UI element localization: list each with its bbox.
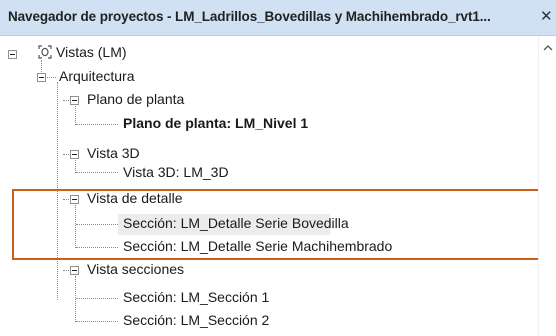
tree-item-seccion-detalle-bovedilla[interactable]: Sección: LM_Detalle Serie Bovedilla (123, 212, 349, 235)
tree-node-label: Vista secciones (87, 261, 185, 277)
tree-root-views[interactable]: Vistas (LM) (56, 41, 127, 64)
collapse-toggle-plano-de-planta[interactable] (70, 96, 79, 105)
tree-node-label: Sección: LM_Detalle Serie Bovedilla (123, 215, 349, 231)
window-title: Navegador de proyectos - LM_Ladrillos_Bo… (8, 9, 491, 24)
tree-node-label: Vista 3D: LM_3D (123, 164, 229, 180)
close-icon[interactable]: ✕ (540, 7, 553, 25)
chevron-up-icon[interactable] (543, 44, 553, 52)
tree-node-label: Vista 3D (87, 145, 140, 161)
tree-item-plano-de-planta-nivel-1[interactable]: Plano de planta: LM_Nivel 1 (123, 112, 308, 135)
collapse-toggle-vista-3d[interactable] (70, 150, 79, 159)
tree-node-label: Sección: LM_Detalle Serie Machihembrado (123, 238, 393, 254)
tree-node-label: Vistas (LM) (56, 44, 127, 60)
vertical-scrollbar[interactable] (538, 36, 556, 336)
tree-line (76, 124, 118, 125)
tree-line (76, 298, 118, 299)
tree-node-label: Vista de detalle (87, 190, 183, 206)
tree-line (76, 321, 118, 322)
collapse-toggle-vista-de-detalle[interactable] (70, 195, 79, 204)
tree-group-plano-de-planta[interactable]: Plano de planta (87, 88, 184, 111)
tree-group-vista-de-detalle[interactable]: Vista de detalle (87, 187, 182, 210)
views-icon (38, 45, 52, 59)
tree-line (75, 106, 76, 125)
tree-node-label: Plano de planta: LM_Nivel 1 (123, 115, 309, 131)
tree-item-seccion-detalle-machihembrado[interactable]: Sección: LM_Detalle Serie Machihembrado (123, 235, 392, 258)
tree-item-seccion-1[interactable]: Sección: LM_Sección 1 (123, 286, 269, 309)
tree-node-label: Sección: LM_Sección 2 (123, 312, 270, 328)
tree-item-seccion-2[interactable]: Sección: LM_Sección 2 (123, 309, 269, 332)
collapse-toggle-vista-secciones[interactable] (70, 266, 79, 275)
tree-line (75, 205, 76, 248)
title-bar: Navegador de proyectos - LM_Ladrillos_Bo… (0, 0, 556, 36)
project-browser-panel: Navegador de proyectos - LM_Ladrillos_Bo… (0, 0, 556, 336)
tree-node-label: Sección: LM_Sección 1 (123, 289, 270, 305)
tree-node-arquitectura[interactable]: Arquitectura (59, 65, 134, 88)
tree-line (57, 82, 58, 300)
tree-line (76, 172, 118, 173)
tree-line (76, 247, 118, 248)
collapse-toggle-arquitectura[interactable] (37, 73, 46, 82)
tree-node-label: Plano de planta (87, 91, 185, 107)
tree-group-vista-secciones[interactable]: Vista secciones (87, 258, 184, 281)
tree-item-vista-3d-lm-3d[interactable]: Vista 3D: LM_3D (123, 161, 229, 184)
tree-line (76, 224, 118, 225)
collapse-toggle-root[interactable] (8, 50, 17, 59)
tree-line (75, 276, 76, 322)
tree-node-label: Arquitectura (59, 68, 135, 84)
